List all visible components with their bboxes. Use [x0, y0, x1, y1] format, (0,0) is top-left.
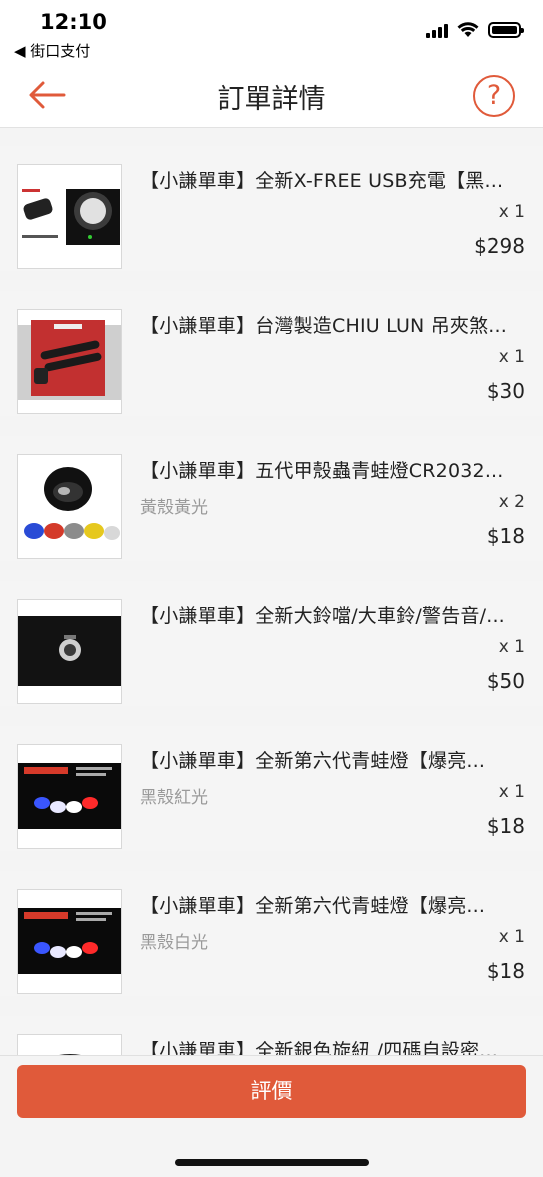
product-title[interactable]: 【小謙單車】全新第六代青蛙燈【爆亮... [140, 891, 527, 918]
product-title[interactable]: 【小謙單車】台灣製造CHIU LUN 吊夾煞... [140, 311, 527, 338]
product-title[interactable]: 【小謙單車】全新大鈴噹/大車鈴/警告音/... [140, 601, 527, 628]
frog-light-6-product-icon [17, 889, 122, 994]
product-quantity: x 1 [498, 927, 525, 947]
product-quantity: x 1 [498, 782, 525, 802]
usb-light-product-icon [17, 164, 122, 269]
cable-lock-product-icon [17, 1034, 122, 1055]
status-icons [426, 22, 524, 38]
product-price: $18 [486, 814, 525, 838]
list-item[interactable]: 【小謙單車】全新第六代青蛙燈【爆亮... 黑殼白光 x 1 $18 [0, 871, 543, 996]
product-price: $50 [486, 669, 525, 693]
frog-light-product-icon [17, 454, 122, 559]
product-quantity: x 1 [498, 202, 525, 222]
product-title[interactable]: 【小謙單車】全新銀色旋紐 /四碼自設密... [140, 1036, 527, 1055]
status-time: 12:10 [40, 10, 107, 34]
cellular-signal-icon [426, 24, 448, 38]
status-bar: 12:10 ◀ 街口支付 [0, 0, 543, 62]
product-price: $298 [474, 234, 525, 258]
product-price: $30 [486, 379, 525, 403]
home-indicator[interactable] [175, 1159, 369, 1166]
product-price: $18 [486, 524, 525, 548]
product-quantity: x 1 [498, 637, 525, 657]
bottom-action-bar: 評價 [0, 1055, 543, 1177]
list-item[interactable]: 【小謙單車】五代甲殼蟲青蛙燈CR2032... 黃殼黃光 x 2 $18 [0, 436, 543, 561]
product-title[interactable]: 【小謙單車】全新X-FREE USB充電【黑... [140, 166, 527, 193]
help-button[interactable]: ? [473, 75, 515, 117]
brake-clip-product-icon [17, 309, 122, 414]
list-item[interactable]: 【小謙單車】全新第六代青蛙燈【爆亮... 黑殼紅光 x 1 $18 [0, 726, 543, 851]
product-variant: 黑殼紅光 [140, 788, 208, 808]
list-item[interactable]: 【小謙單車】全新銀色旋紐 /四碼自設密... [0, 1016, 543, 1055]
product-variant: 黑殼白光 [140, 933, 208, 953]
battery-icon [488, 22, 524, 38]
list-item[interactable]: 【小謙單車】全新大鈴噹/大車鈴/警告音/... x 1 $50 [0, 581, 543, 706]
list-item[interactable]: 【小謙單車】全新X-FREE USB充電【黑... x 1 $298 [0, 146, 543, 271]
review-button[interactable]: 評價 [17, 1065, 526, 1118]
wifi-icon [457, 22, 479, 37]
product-title[interactable]: 【小謙單車】全新第六代青蛙燈【爆亮... [140, 746, 527, 773]
product-price: $18 [486, 959, 525, 983]
product-quantity: x 1 [498, 347, 525, 367]
page-title: 訂單詳情 [217, 84, 326, 115]
product-variant: 黃殼黃光 [140, 498, 208, 518]
back-to-app-link[interactable]: ◀ 街口支付 [14, 40, 90, 61]
list-item[interactable]: 【小謙單車】台灣製造CHIU LUN 吊夾煞... x 1 $30 [0, 291, 543, 416]
help-icon: ? [486, 80, 502, 111]
product-quantity: x 2 [498, 492, 525, 512]
frog-light-6-product-icon [17, 744, 122, 849]
product-title[interactable]: 【小謙單車】五代甲殼蟲青蛙燈CR2032... [140, 456, 527, 483]
bell-product-icon [17, 599, 122, 704]
order-item-list[interactable]: 【小謙單車】全新X-FREE USB充電【黑... x 1 $298 【小謙單車… [0, 129, 543, 1055]
nav-bar: 訂單詳情 ? [0, 62, 543, 128]
